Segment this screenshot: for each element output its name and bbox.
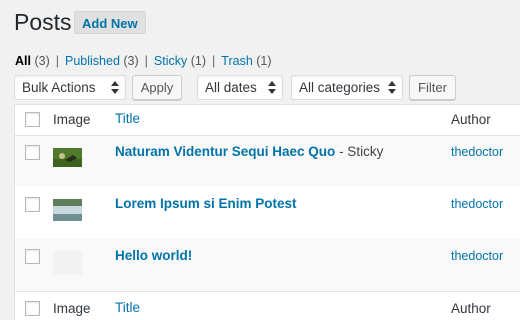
post-title-link[interactable]: Naturam Videntur Sequi Haec Quo - Sticky (115, 144, 383, 159)
filter-published[interactable]: Published (3) (65, 54, 139, 68)
filter-sticky[interactable]: Sticky (1) (154, 54, 206, 68)
column-footer-title[interactable]: Title (115, 300, 140, 315)
select-arrows-icon (388, 81, 396, 94)
categories-select[interactable]: All categories (291, 75, 403, 100)
filter-all[interactable]: All (3) (15, 54, 50, 68)
table-row: Lorem Ipsum si Enim Potest thedoctor (15, 187, 520, 239)
column-header-image: Image (53, 112, 91, 127)
table-row: Naturam Videntur Sequi Haec Quo - Sticky… (15, 136, 520, 187)
select-all-checkbox[interactable] (25, 112, 40, 127)
status-filter-links: All (3) | Published (3) | Sticky (1) | Trash (… (15, 54, 272, 68)
bulk-actions-select[interactable]: Bulk Actions (14, 75, 126, 100)
green-field-thumbnail[interactable] (53, 148, 82, 167)
column-header-author: Author (451, 112, 491, 127)
add-new-button[interactable]: Add New (74, 11, 146, 34)
select-all-checkbox[interactable] (25, 301, 40, 316)
filter-trash[interactable]: Trash (1) (221, 54, 271, 68)
author-link[interactable]: thedoctor (451, 145, 503, 159)
post-title-link[interactable]: Hello world! (115, 248, 192, 263)
table-row: Hello world! thedoctor (15, 239, 520, 291)
author-link[interactable]: thedoctor (451, 197, 503, 211)
select-arrows-icon (268, 81, 276, 94)
author-link[interactable]: thedoctor (451, 249, 503, 263)
dates-select[interactable]: All dates (197, 75, 283, 100)
separator: | (144, 54, 148, 68)
column-footer-image: Image (53, 301, 91, 316)
waterfall-thumbnail[interactable] (53, 199, 82, 221)
post-title-link[interactable]: Lorem Ipsum si Enim Potest (115, 196, 297, 211)
column-header-title[interactable]: Title (115, 111, 140, 126)
apply-button[interactable]: Apply (132, 75, 182, 100)
separator: | (55, 54, 59, 68)
blank-thumbnail[interactable] (53, 251, 82, 275)
table-header-row: Image Title Author (15, 105, 520, 136)
column-footer-author: Author (451, 301, 491, 316)
page-title: Posts (14, 9, 72, 35)
row-checkbox[interactable] (25, 145, 40, 160)
row-checkbox[interactable] (25, 249, 40, 264)
separator: | (212, 54, 216, 68)
filter-button[interactable]: Filter (409, 75, 456, 100)
row-checkbox[interactable] (25, 197, 40, 212)
posts-table: Image Title Author Naturam Videntur Sequ… (14, 104, 520, 320)
table-footer-row: Image Title Author (15, 291, 520, 320)
select-arrows-icon (111, 81, 119, 94)
post-state: - Sticky (335, 144, 384, 159)
